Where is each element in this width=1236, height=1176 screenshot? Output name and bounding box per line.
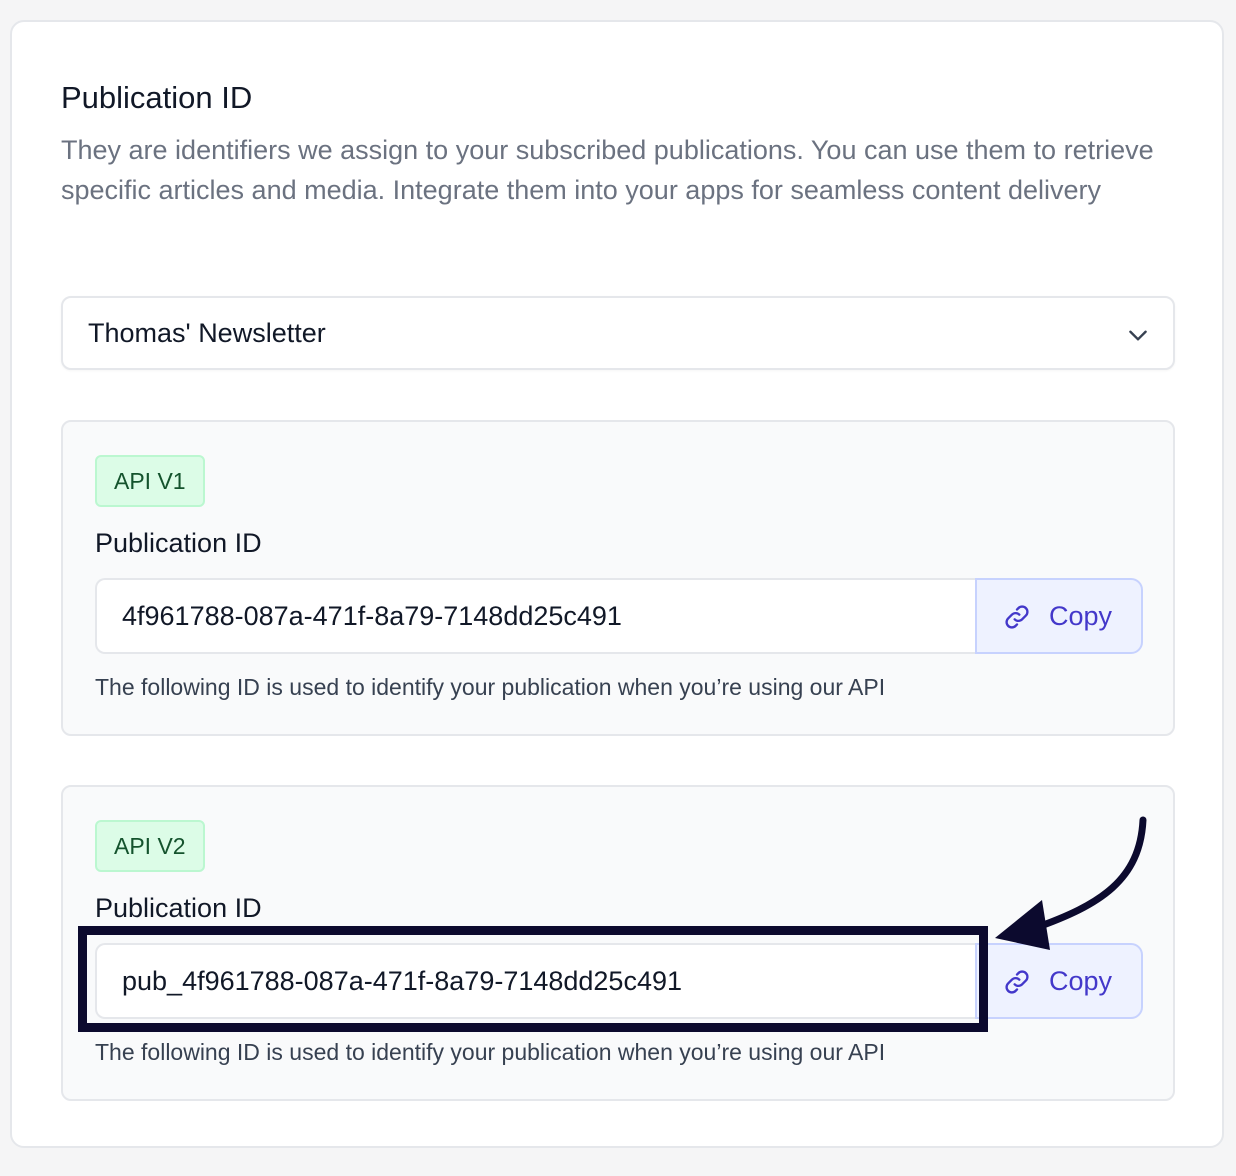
publication-select[interactable]: Thomas' Newsletter [61,296,1175,370]
helper-text: The following ID is used to identify you… [95,1039,886,1065]
publication-id-label: Publication ID [95,528,262,558]
api-v1-panel: API V1 Publication ID 4f961788-087a-471f… [61,420,1175,736]
publication-id-label: Publication ID [95,893,262,923]
section-description: They are identifiers we assign to your s… [61,135,1154,205]
section-title: Publication ID [61,80,253,115]
link-icon [1005,605,1029,629]
copy-button-label: Copy [1049,601,1113,631]
helper-text: The following ID is used to identify you… [95,674,886,700]
link-icon [1005,970,1029,994]
chevron-down-icon [1129,330,1147,341]
api-version-badge: API V2 [95,820,205,872]
publication-id-input-group: 4f961788-087a-471f-8a79-7148dd25c491 Cop… [95,578,1143,654]
copy-button[interactable]: Copy [975,578,1143,654]
api-version-badge: API V1 [95,455,205,507]
pointer-arrow-annotation [995,816,1147,950]
copy-button-label: Copy [1049,966,1113,996]
publication-select-value: Thomas' Newsletter [88,318,326,348]
highlight-box-annotation [78,926,988,1032]
publication-id-field[interactable]: 4f961788-087a-471f-8a79-7148dd25c491 [95,578,975,654]
